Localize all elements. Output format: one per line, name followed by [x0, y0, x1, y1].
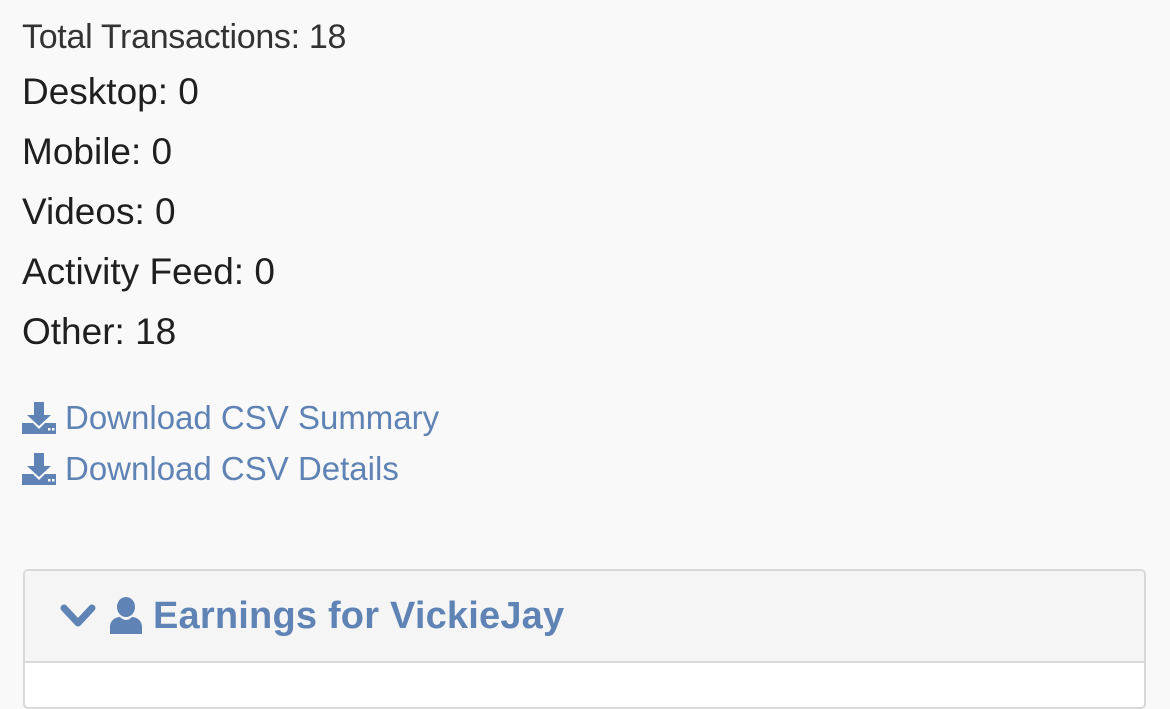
earnings-panel-title: Earnings for VickieJay: [153, 594, 565, 637]
transaction-stats: Total Transactions: 18 Desktop: 0 Mobile…: [22, 12, 346, 362]
earnings-panel: Earnings for VickieJay: [23, 569, 1146, 709]
desktop-count: Desktop: 0: [22, 71, 199, 112]
download-csv-summary-label: Download CSV Summary: [65, 399, 440, 436]
download-links: Download CSV Summary Download CSV Detail…: [22, 392, 439, 494]
total-transactions: Total Transactions: 18: [22, 18, 347, 56]
mobile-count: Mobile: 0: [22, 131, 173, 172]
download-csv-details-label: Download CSV Details: [65, 450, 399, 487]
other-count: Other: 18: [22, 311, 177, 352]
download-icon: [22, 452, 56, 485]
download-icon: [22, 401, 56, 434]
user-icon: [110, 597, 142, 634]
activity-feed-count: Activity Feed: 0: [22, 251, 275, 292]
download-csv-summary-link[interactable]: Download CSV Summary: [22, 392, 439, 443]
chevron-down-icon: [60, 604, 96, 627]
videos-count: Videos: 0: [22, 191, 176, 232]
earnings-panel-header[interactable]: Earnings for VickieJay: [25, 571, 1144, 663]
download-csv-details-link[interactable]: Download CSV Details: [22, 443, 439, 494]
